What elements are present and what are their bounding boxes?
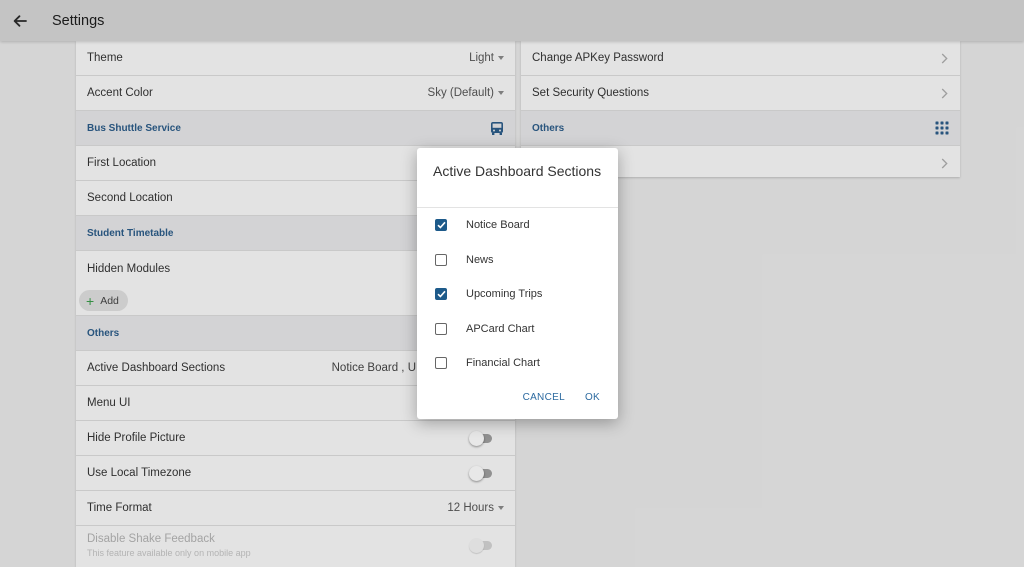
dialog-option[interactable]: Notice Board — [417, 208, 618, 242]
dialog-title: Active Dashboard Sections — [433, 163, 602, 179]
dialog-actions: CANCEL OK — [523, 392, 600, 403]
check-icon — [436, 221, 446, 229]
ok-button[interactable]: OK — [585, 392, 600, 403]
dialog-option[interactable]: News — [417, 243, 618, 277]
checkbox[interactable] — [435, 288, 447, 300]
cancel-button[interactable]: CANCEL — [523, 392, 565, 403]
dialog-option[interactable]: APCard Chart — [417, 312, 618, 346]
checkbox[interactable] — [435, 322, 447, 335]
check-icon — [436, 290, 446, 298]
checkbox[interactable] — [435, 253, 447, 266]
checkbox[interactable] — [435, 357, 447, 369]
dialog-option[interactable]: Upcoming Trips — [417, 277, 618, 311]
option-label: Notice Board — [466, 219, 530, 231]
option-label: Financial Chart — [466, 357, 540, 369]
checkbox[interactable] — [435, 219, 447, 231]
active-dashboard-dialog: Active Dashboard Sections Notice Board Ne… — [417, 148, 618, 419]
option-label: News — [466, 253, 494, 266]
option-label: APCard Chart — [466, 322, 535, 335]
dialog-option[interactable]: Financial Chart — [417, 346, 618, 380]
option-label: Upcoming Trips — [466, 288, 543, 300]
